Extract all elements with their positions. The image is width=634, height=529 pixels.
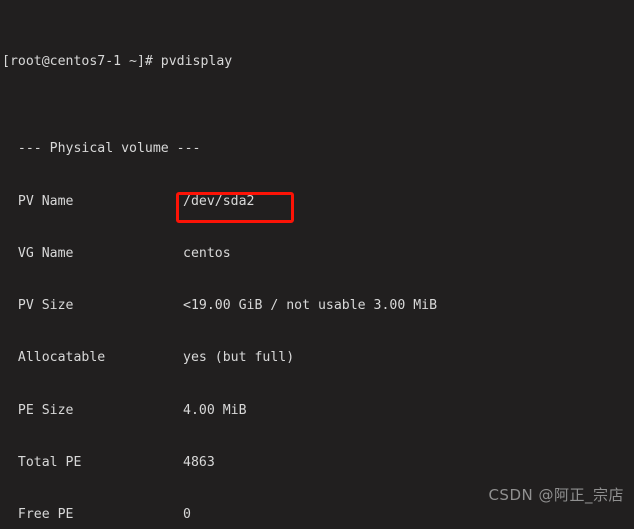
free-pe-value: 0 [183, 507, 191, 523]
command-line-pvdisplay: [root@centos7-1 ~]# pvdisplay [2, 54, 233, 70]
terminal-window[interactable]: [root@centos7-1 ~]# pvdisplay --- Physic… [0, 0, 634, 529]
pe-size-value: 4.00 MiB [183, 402, 247, 418]
pv-name-row: PV Name/dev/sda2 [2, 193, 634, 210]
total-pe-label: Total PE [2, 454, 82, 470]
vg-name-label: VG Name [2, 245, 74, 261]
total-pe-value: 4863 [183, 454, 215, 470]
free-pe-row: Free PE 0 [2, 506, 634, 523]
terminal-screen[interactable]: [root@centos7-1 ~]# pvdisplay --- Physic… [2, 1, 634, 529]
total-pe-row: Total PE 4863 [2, 454, 634, 471]
vg-name-row: VG Name centos [2, 245, 634, 262]
vg-name-value: centos [183, 245, 231, 261]
allocatable-row: Allocatable yes (but full) [2, 349, 634, 366]
pe-size-label: PE Size [2, 402, 74, 418]
physical-volume-header: --- Physical volume --- [2, 141, 201, 157]
allocatable-value: yes (but full) [183, 350, 295, 366]
pv-name-label: PV Name [2, 193, 74, 209]
pv-size-row: PV Size <19.00 GiB / not usable 3.00 MiB [2, 297, 634, 314]
pv-name-value: /dev/sda2 [183, 193, 255, 209]
free-pe-label: Free PE [2, 507, 74, 523]
pv-size-value: <19.00 GiB / not usable 3.00 MiB [183, 298, 438, 314]
pv-size-label: PV Size [2, 298, 74, 314]
allocatable-label: Allocatable [2, 350, 106, 366]
pe-size-row: PE Size 4.00 MiB [2, 402, 634, 419]
